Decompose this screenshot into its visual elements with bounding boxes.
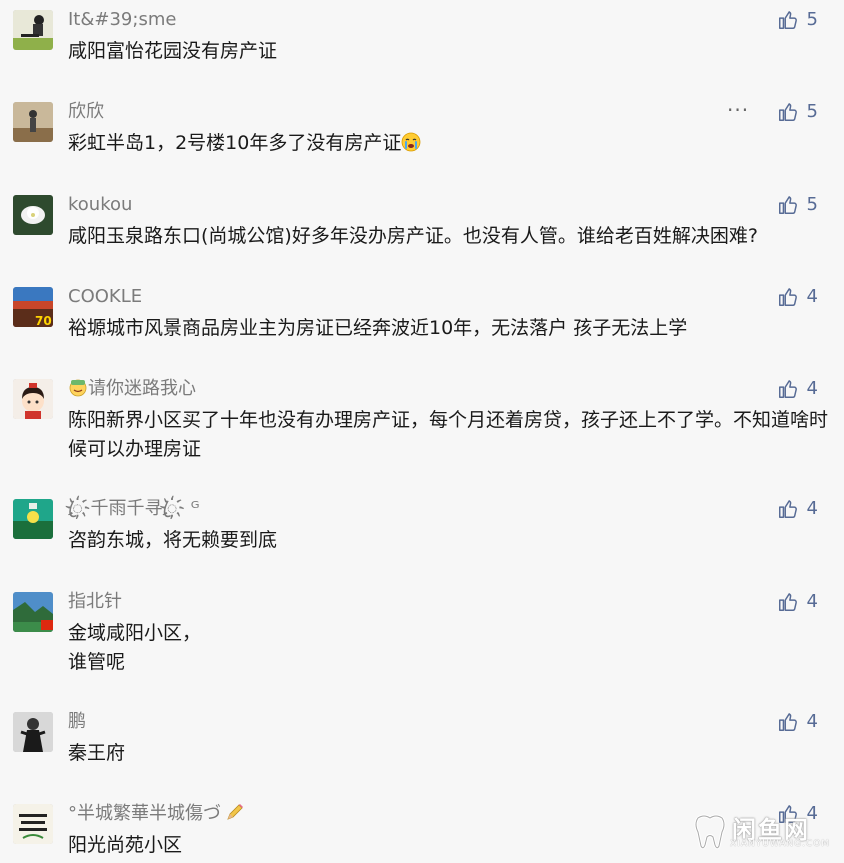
username[interactable]: ꦿ҉千雨千寻ꦿ҉ ᴳ (68, 497, 200, 521)
like-count: 4 (806, 591, 818, 612)
thumbs-up-icon (778, 288, 797, 306)
avatar[interactable] (13, 102, 53, 142)
like-button[interactable]: 4 (777, 710, 818, 734)
thumbs-up-icon (778, 500, 797, 518)
username[interactable]: It&#39;sme (68, 8, 176, 32)
comment-text: 咸阳玉泉路东口(尚城公馆)好多年没办房产证。也没有人管。谁给老百姓解决困难? (68, 225, 758, 247)
like-button[interactable]: 4 (777, 590, 818, 614)
like-button[interactable]: 4 (777, 497, 818, 521)
like-button[interactable]: 5 (777, 8, 818, 32)
more-dots-icon[interactable]: ··· (727, 100, 749, 120)
username[interactable]: °半城繁華半城傷づ (68, 802, 245, 826)
avatar[interactable] (13, 499, 53, 539)
thumbs-up-icon (778, 593, 797, 611)
username[interactable]: 鹏 (68, 710, 86, 734)
username[interactable]: 欣欣 (68, 100, 104, 124)
thumbs-up-icon (778, 11, 797, 29)
tooth-logo-icon (694, 814, 726, 850)
username[interactable]: koukou (68, 193, 132, 217)
avatar[interactable]: 70 (13, 287, 53, 327)
like-button[interactable]: 5 (777, 100, 818, 124)
like-count: 4 (806, 378, 818, 399)
pencil-icon (227, 804, 243, 820)
thumbs-up-icon (778, 196, 797, 214)
username[interactable]: 指北针 (68, 590, 122, 614)
avatar[interactable] (13, 10, 53, 50)
avatar[interactable] (13, 712, 53, 752)
comment-text-line: 谁管呢 (68, 651, 126, 673)
username-text: °半城繁華半城傷づ (68, 803, 221, 824)
smiling-face-icon (69, 379, 87, 397)
avatar[interactable] (13, 195, 53, 235)
comment-text-content: 彩虹半岛1，2号楼10年多了没有房产证 (68, 132, 402, 154)
username-text: 请你迷路我心 (88, 378, 196, 399)
like-count: 4 (806, 286, 818, 307)
comment-text-line: 金域咸阳小区， (68, 622, 202, 644)
thumbs-up-icon (778, 713, 797, 731)
thumbs-up-icon (778, 103, 797, 121)
watermark-url: XIANYUWANG.COM (730, 839, 831, 849)
comment-text: 陈阳新界小区买了十年也没有办理房产证，每个月还着房贷，孩子还上不了学。不知道啥时… (68, 409, 829, 460)
like-button[interactable]: 4 (777, 285, 818, 309)
comment-text: 彩虹半岛1，2号楼10年多了没有房产证 (68, 129, 828, 158)
watermark: 闲鱼网 XIANYUWANG.COM (690, 808, 835, 858)
username[interactable]: 请你迷路我心 (68, 377, 196, 401)
like-count: 5 (806, 194, 818, 215)
like-button[interactable]: 5 (777, 193, 818, 217)
comment-text: 裕塬城市风景商品房业主为房证已经奔波近10年，无法落户 孩子无法上学 (68, 317, 688, 339)
like-count: 4 (806, 498, 818, 519)
thumbs-up-icon (778, 380, 797, 398)
crying-face-icon (401, 132, 421, 152)
like-count: 5 (806, 9, 818, 30)
comment-text: 咨韵东城，将无赖要到底 (68, 529, 278, 551)
avatar[interactable] (13, 379, 53, 419)
comment-text: 金域咸阳小区， 谁管呢 (68, 619, 828, 677)
avatar[interactable] (13, 592, 53, 632)
username[interactable]: COOKLE (68, 285, 142, 309)
svg-text:70: 70 (35, 314, 52, 327)
comment-text: 秦王府 (68, 742, 126, 764)
comment-text: 咸阳富怡花园没有房产证 (68, 40, 278, 62)
like-button[interactable]: 4 (777, 377, 818, 401)
like-count: 4 (806, 711, 818, 732)
avatar[interactable] (13, 804, 53, 844)
like-count: 5 (806, 101, 818, 122)
